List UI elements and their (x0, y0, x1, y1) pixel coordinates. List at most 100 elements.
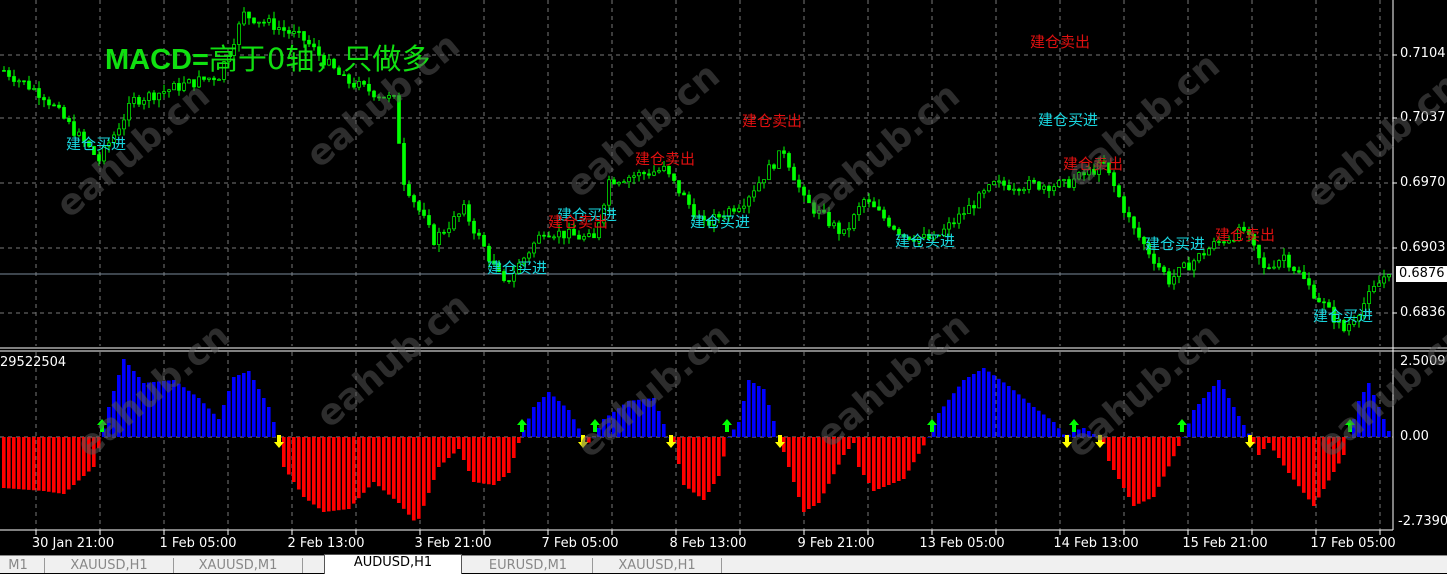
buy-signal-label: 建仓买进 (895, 232, 956, 250)
candle-body (1382, 276, 1386, 284)
macd-bar (1212, 386, 1216, 437)
macd-bar (802, 437, 806, 512)
macd-bar (1192, 410, 1196, 437)
macd-bar (517, 437, 521, 443)
macd-bar (1202, 398, 1206, 437)
candle-body (1207, 248, 1211, 256)
macd-bar (897, 437, 901, 481)
macd-bar (947, 399, 951, 437)
macd-bar (262, 398, 266, 437)
macd-bar (507, 437, 511, 473)
macd-bar (1237, 416, 1241, 437)
macd-bar (767, 405, 771, 437)
buy-arrow-icon (517, 419, 527, 432)
sell-signal-label: 建仓卖出 (742, 112, 803, 130)
macd-bar (712, 437, 716, 484)
macd-bar (502, 437, 506, 477)
candle-body (1192, 260, 1196, 271)
tab-audusd-h1[interactable]: AUDUSD,H1 (324, 554, 462, 574)
macd-bar (807, 437, 811, 509)
candle-body (542, 234, 546, 237)
time-tick: 9 Feb 21:00 (797, 536, 875, 551)
candle-body (1042, 185, 1046, 190)
candle-body (762, 179, 766, 184)
macd-bar (1177, 437, 1181, 446)
macd-bar (867, 437, 871, 483)
current-price-label: 0.6876 (1396, 266, 1447, 282)
tab-xauusd-m1[interactable]: XAUUSD,M1 (174, 558, 303, 573)
sell-signal-label: 建仓卖出 (1030, 33, 1091, 51)
candle-body (1017, 188, 1021, 192)
candle-body (1157, 263, 1161, 268)
macd-bar (252, 380, 256, 437)
tab-eurusd-m1[interactable]: EURUSD,M1 (464, 558, 593, 573)
candle-body (777, 150, 781, 169)
candle-body (407, 184, 411, 196)
time-tick: 30 Jan 21:00 (31, 536, 115, 551)
macd-bar (772, 421, 776, 437)
macd-bar (272, 422, 276, 437)
sell-signal-label: 建仓卖出 (1215, 226, 1276, 244)
candle-body (562, 230, 566, 239)
macd-bar (1017, 394, 1021, 437)
candle-body (1067, 179, 1071, 188)
candle-body (862, 199, 866, 208)
macd-bar (1297, 437, 1301, 487)
tab-xauusd-h1[interactable]: XAUUSD,H1 (45, 558, 174, 573)
candle-body (1032, 179, 1036, 183)
candle-body (1277, 260, 1281, 268)
macd-bar (942, 406, 946, 437)
time-tick: 17 Feb 05:00 (1310, 536, 1396, 551)
candle-body (447, 228, 451, 233)
macd-bar (707, 437, 711, 492)
candle-body (1272, 266, 1276, 269)
macd-bar (387, 437, 391, 495)
macd-bar (1157, 437, 1161, 487)
macd-bar (892, 437, 896, 483)
macd-bar (717, 437, 721, 476)
macd-bar (682, 437, 686, 485)
macd-bar (237, 375, 241, 437)
candle-body (882, 209, 886, 219)
macd-bar (792, 437, 796, 482)
candle-body (477, 232, 481, 236)
macd-bar (362, 437, 366, 493)
candle-body (1287, 254, 1291, 268)
candle-body (152, 92, 156, 101)
candle-body (1177, 267, 1181, 278)
macd-bar (1387, 431, 1391, 437)
candle-body (962, 213, 966, 215)
candle-body (432, 224, 436, 245)
macd-bar (337, 437, 341, 511)
macd-bar (67, 437, 71, 490)
macd-bar (677, 437, 681, 464)
macd-bar (732, 429, 736, 437)
macd-bar (542, 397, 546, 437)
macd-bar (752, 383, 756, 437)
macd-bar (1137, 437, 1141, 504)
macd-bar (912, 437, 916, 463)
macd-bar (437, 437, 441, 467)
buy-arrow-icon (722, 419, 732, 432)
candle-body (837, 222, 841, 234)
macd-bar (737, 422, 741, 437)
candle-body (427, 215, 431, 226)
macd-bar (1152, 437, 1156, 497)
candle-body (162, 91, 166, 94)
candle-body (767, 164, 771, 180)
macd-bar (747, 380, 751, 437)
buy-signal-label: 建仓买进 (1038, 111, 1099, 129)
candle-body (537, 234, 541, 244)
candle-body (257, 21, 261, 24)
candle-body (867, 199, 871, 203)
macd-bar (1302, 437, 1306, 493)
macd-bar (537, 402, 541, 437)
macd-bar (42, 437, 46, 491)
macd-bar (1122, 437, 1126, 488)
tab-xauusd-h1-2[interactable]: XAUUSD,H1 (593, 558, 722, 573)
candle-body (622, 181, 626, 184)
candle-body (252, 17, 256, 24)
tab-m1[interactable]: M1 (0, 558, 45, 573)
candle-body (142, 100, 146, 105)
candle-body (272, 18, 276, 30)
